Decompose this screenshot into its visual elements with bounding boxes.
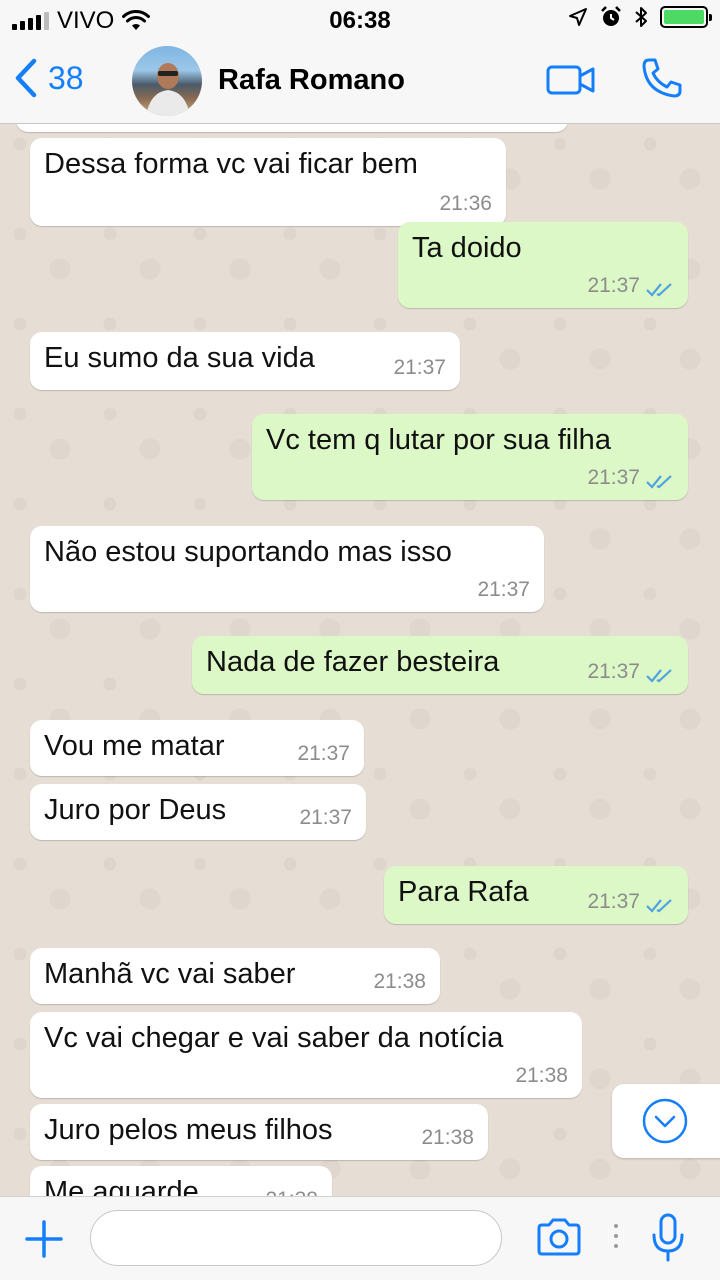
- message-text: Juro por Deus: [44, 794, 227, 826]
- message-time: 21:38: [265, 1188, 318, 1196]
- message-text: Me aguarde: [44, 1176, 199, 1196]
- message-bubble[interactable]: Nada de fazer besteira 21:37: [192, 636, 688, 694]
- bluetooth-icon: [635, 7, 647, 27]
- chevron-down-circle-icon: [642, 1098, 688, 1144]
- microphone-icon[interactable]: [650, 1213, 686, 1263]
- message-bubble[interactable]: Me aguarde 21:38: [30, 1166, 332, 1196]
- message-time: 21:37: [297, 742, 350, 765]
- avatar[interactable]: [132, 46, 202, 116]
- alarm-icon: [601, 6, 621, 26]
- message-text: Eu sumo da sua vida: [44, 342, 315, 374]
- message-time: 21:37: [393, 356, 446, 379]
- avatar-photo: [146, 63, 190, 116]
- message-text: Vc tem q lutar por sua filha: [266, 424, 611, 456]
- message-time: 21:38: [515, 1064, 568, 1087]
- more-dots-icon: [614, 1224, 618, 1248]
- camera-icon[interactable]: [535, 1217, 583, 1257]
- message-input[interactable]: [90, 1210, 502, 1266]
- message-time: 21:37: [587, 466, 640, 489]
- message-bubble[interactable]: Para Rafa 21:37: [384, 866, 688, 924]
- message-text: Juro pelos meus filhos: [44, 1114, 333, 1146]
- scroll-to-bottom-button[interactable]: [612, 1084, 720, 1158]
- read-ticks-icon: [646, 899, 672, 913]
- message-time: 21:37: [587, 274, 640, 297]
- contact-name[interactable]: Rafa Romano: [218, 64, 405, 97]
- message-partial: [16, 124, 568, 132]
- phone-icon[interactable]: [640, 56, 684, 100]
- message-text: Nada de fazer besteira: [206, 646, 500, 678]
- chat-area[interactable]: Dessa forma vc vai ficar bem 21:36 Ta do…: [0, 124, 720, 1196]
- read-ticks-icon: [646, 475, 672, 489]
- message-time: 21:37: [587, 890, 640, 913]
- message-time: 21:38: [421, 1126, 474, 1149]
- message-bubble[interactable]: Manhã vc vai saber 21:38: [30, 948, 440, 1004]
- chevron-left-icon: [15, 58, 37, 98]
- message-text: Ta doido: [412, 232, 522, 264]
- message-text: Vou me matar: [44, 730, 225, 762]
- video-camera-icon[interactable]: [546, 64, 596, 96]
- message-bubble[interactable]: Juro por Deus 21:37: [30, 784, 366, 840]
- message-time: 21:37: [299, 806, 352, 829]
- read-ticks-icon: [646, 669, 672, 683]
- unread-count: 38: [48, 59, 84, 96]
- location-arrow-icon: [569, 8, 587, 26]
- battery-icon: [660, 6, 712, 28]
- message-bubble[interactable]: Eu sumo da sua vida 21:37: [30, 332, 460, 390]
- status-bar: VIVO 06:38: [0, 0, 720, 40]
- message-bubble[interactable]: Dessa forma vc vai ficar bem 21:36: [30, 138, 506, 226]
- message-bubble[interactable]: Juro pelos meus filhos 21:38: [30, 1104, 488, 1160]
- message-bubble[interactable]: Não estou suportando mas isso 21:37: [30, 526, 544, 612]
- status-right: [568, 6, 712, 28]
- battery-fill: [664, 10, 704, 24]
- message-bubble[interactable]: Vc vai chegar e vai saber da notícia 21:…: [30, 1012, 582, 1098]
- message-time: 21:38: [373, 970, 426, 993]
- message-time: 21:37: [587, 660, 640, 683]
- chat-header: 38 Rafa Romano: [0, 40, 720, 124]
- read-ticks-icon: [646, 283, 672, 297]
- input-bar: [0, 1196, 720, 1280]
- message-text: Vc vai chegar e vai saber da notícia: [44, 1022, 504, 1054]
- message-bubble[interactable]: Vou me matar 21:37: [30, 720, 364, 776]
- message-text: Não estou suportando mas isso: [44, 536, 452, 568]
- back-button[interactable]: 38: [14, 58, 84, 98]
- message-bubble[interactable]: Vc tem q lutar por sua filha 21:37: [252, 414, 688, 500]
- message-text: Dessa forma vc vai ficar bem: [44, 148, 418, 180]
- message-text: Manhã vc vai saber: [44, 958, 296, 990]
- plus-icon[interactable]: [24, 1219, 64, 1259]
- message-text: Para Rafa: [398, 876, 529, 908]
- message-bubble[interactable]: Ta doido 21:37: [398, 222, 688, 308]
- message-time: 21:36: [439, 192, 492, 215]
- message-time: 21:37: [477, 578, 530, 601]
